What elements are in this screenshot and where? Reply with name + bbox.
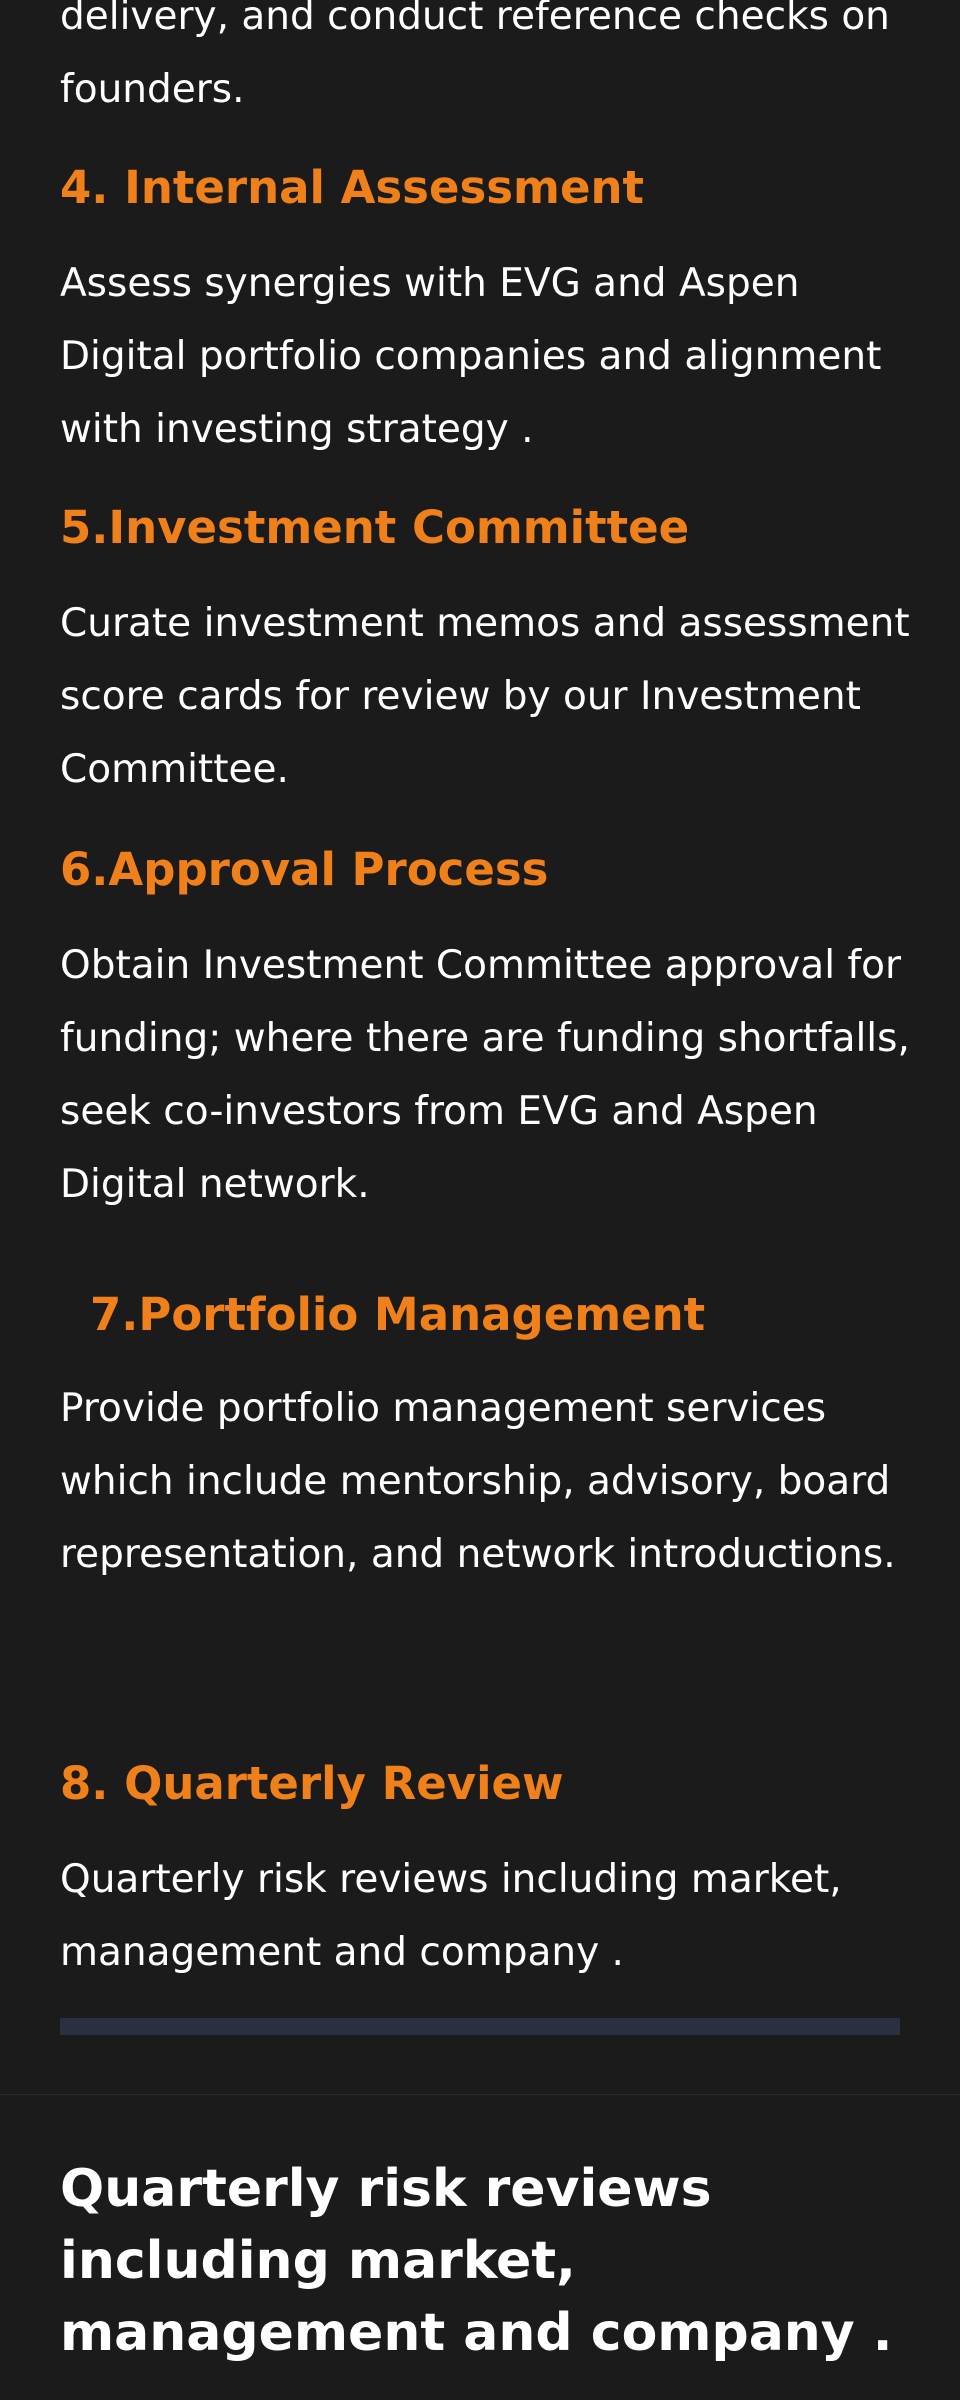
callout-heading: Quarterly risk reviews including market,…: [60, 2159, 893, 2363]
section-divider-bar: [60, 2018, 900, 2035]
process-steps-page: delivery, and conduct reference checks o…: [0, 0, 960, 2400]
step-3-text: delivery, and conduct reference checks o…: [60, 0, 890, 112]
step-7-heading: 7.Portfolio Management: [90, 1288, 706, 1341]
section-divider-line: [0, 2094, 960, 2095]
step-6-heading: 6.Approval Process: [60, 843, 549, 896]
step-5-heading: 5.Investment Committee: [60, 501, 690, 554]
step-5-text: Curate investment memos and assessment s…: [60, 601, 910, 792]
step-4-heading: 4. Internal Assessment: [60, 161, 645, 214]
step-8-heading: 8. Quarterly Review: [60, 1757, 564, 1810]
step-8-text: Quarterly risk reviews including market,…: [60, 1857, 842, 1975]
step-4-text: Assess synergies with EVG and Aspen Digi…: [60, 261, 882, 452]
step-6-text: Obtain Investment Committee approval for…: [60, 943, 910, 1207]
step-7-text: Provide portfolio management services wh…: [60, 1386, 896, 1577]
